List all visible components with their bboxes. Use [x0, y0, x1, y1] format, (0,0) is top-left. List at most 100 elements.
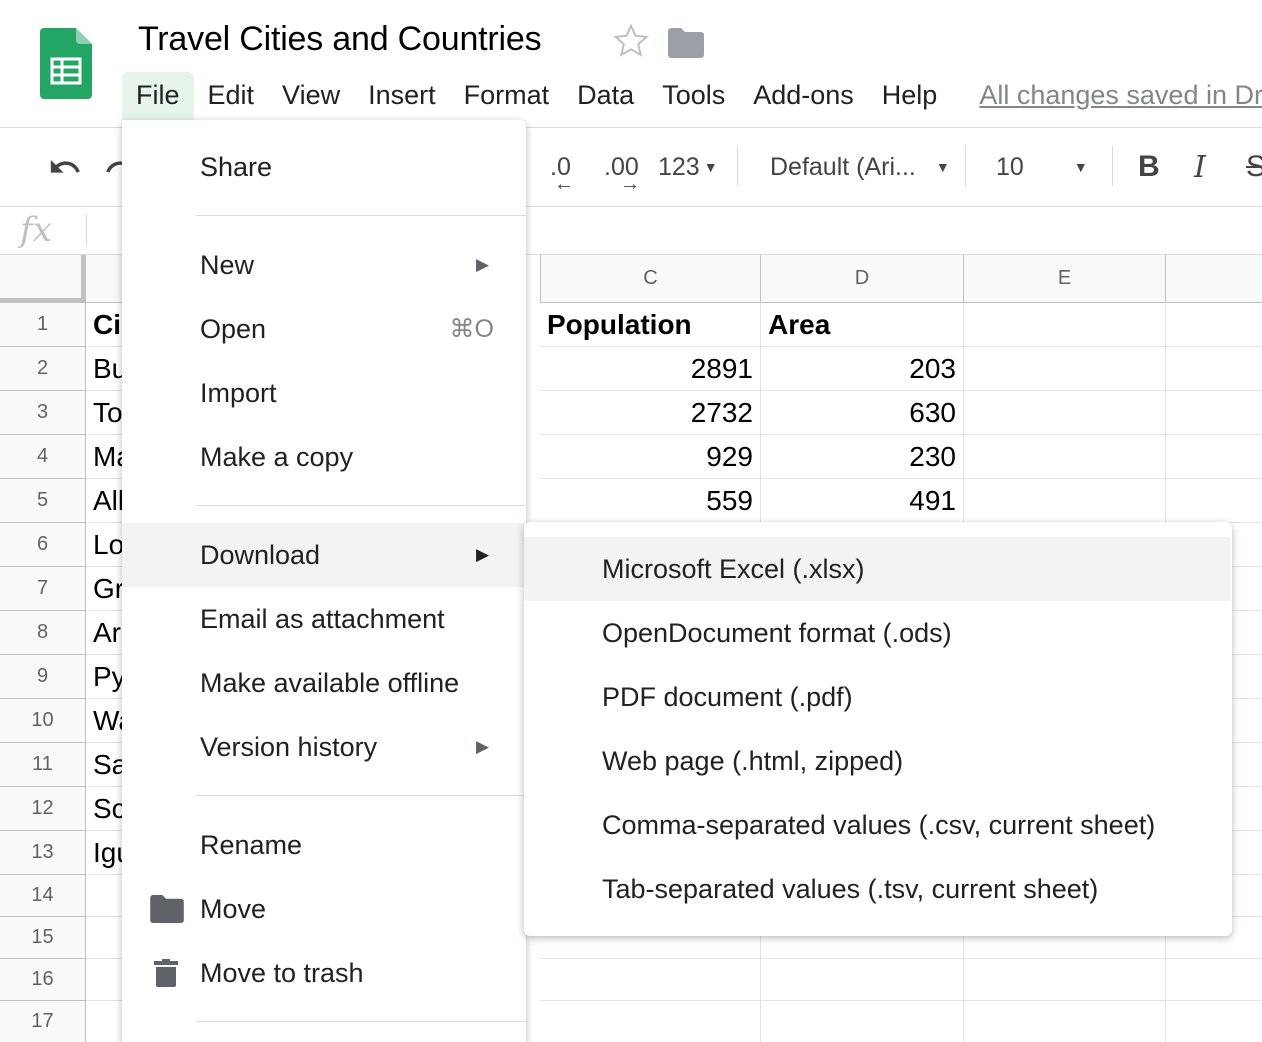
- row-header[interactable]: 16: [0, 959, 86, 1001]
- menu-data[interactable]: Data: [563, 72, 648, 119]
- cell-c16[interactable]: [540, 959, 761, 1001]
- cell-e17[interactable]: [964, 1001, 1166, 1042]
- menu-item-label: Make a copy: [200, 441, 354, 472]
- menu-item-import[interactable]: Import: [122, 361, 526, 425]
- column-header-c[interactable]: C: [540, 255, 761, 303]
- cell-f16[interactable]: [1166, 959, 1262, 1001]
- bold-button[interactable]: B: [1138, 128, 1160, 206]
- italic-button[interactable]: I: [1194, 128, 1206, 206]
- menu-insert[interactable]: Insert: [354, 72, 450, 119]
- cell-c17[interactable]: [540, 1001, 761, 1042]
- download-pdf[interactable]: PDF document (.pdf): [524, 665, 1230, 729]
- cell-d16[interactable]: [761, 959, 964, 1001]
- row-header[interactable]: 10: [0, 699, 86, 743]
- download-csv[interactable]: Comma-separated values (.csv, current sh…: [524, 793, 1230, 857]
- menu-item-move[interactable]: Move: [122, 877, 526, 941]
- menu-file[interactable]: File: [122, 71, 194, 125]
- row-header[interactable]: 4: [0, 435, 86, 479]
- row-header[interactable]: 15: [0, 917, 86, 959]
- cell-f1[interactable]: [1166, 303, 1262, 347]
- cell-e2[interactable]: [964, 347, 1166, 391]
- menu-item-share[interactable]: Share: [122, 135, 526, 199]
- row-header[interactable]: 7: [0, 567, 86, 611]
- strikethrough-icon[interactable]: S: [1246, 128, 1262, 206]
- folder-icon[interactable]: [668, 28, 704, 58]
- menu-view[interactable]: View: [268, 72, 354, 119]
- menu-item-open[interactable]: Open ⌘O: [122, 297, 526, 361]
- arrow-left-icon: ←: [554, 172, 574, 195]
- column-header-d[interactable]: D: [761, 255, 964, 303]
- row-header[interactable]: 13: [0, 831, 86, 875]
- undo-icon[interactable]: [48, 128, 82, 206]
- menu-item-new[interactable]: New ▶: [122, 233, 526, 297]
- arrow-right-icon: →: [620, 172, 640, 195]
- increase-decimal-button[interactable]: .00 →: [604, 128, 640, 206]
- row-header[interactable]: 9: [0, 655, 86, 699]
- cell-c5[interactable]: 559: [540, 479, 761, 523]
- row-header[interactable]: 2: [0, 347, 86, 391]
- row-header[interactable]: 6: [0, 523, 86, 567]
- cell-d5[interactable]: 491: [761, 479, 964, 523]
- cell-d17[interactable]: [761, 1001, 964, 1042]
- menu-tools[interactable]: Tools: [648, 72, 739, 119]
- cell-d2[interactable]: 203: [761, 347, 964, 391]
- cell-c1[interactable]: Population: [540, 303, 761, 347]
- font-family-value: Default (Ari...: [770, 152, 916, 181]
- more-formats-label: 123: [658, 152, 700, 181]
- row-header[interactable]: 5: [0, 479, 86, 523]
- document-title[interactable]: Travel Cities and Countries: [138, 20, 542, 59]
- cell-e4[interactable]: [964, 435, 1166, 479]
- cell-e5[interactable]: [964, 479, 1166, 523]
- row-header[interactable]: 14: [0, 875, 86, 917]
- cell-e1[interactable]: [964, 303, 1166, 347]
- menu-item-rename[interactable]: Rename: [122, 813, 526, 877]
- menu-format[interactable]: Format: [450, 72, 564, 119]
- column-header-f[interactable]: [1166, 255, 1262, 303]
- menu-item-make-offline[interactable]: Make available offline: [122, 651, 526, 715]
- row-header[interactable]: 1: [0, 303, 86, 347]
- cell-d3[interactable]: 630: [761, 391, 964, 435]
- row-header[interactable]: 12: [0, 787, 86, 831]
- select-all-corner[interactable]: [0, 255, 86, 303]
- cell-f3[interactable]: [1166, 391, 1262, 435]
- download-html[interactable]: Web page (.html, zipped): [524, 729, 1230, 793]
- menu-item-label: Make available offline: [200, 667, 460, 698]
- sheets-logo-icon[interactable]: [40, 28, 92, 99]
- download-tsv[interactable]: Tab-separated values (.tsv, current shee…: [524, 857, 1230, 921]
- star-icon[interactable]: [612, 22, 650, 60]
- download-xlsx[interactable]: Microsoft Excel (.xlsx): [524, 537, 1230, 601]
- row-header[interactable]: 3: [0, 391, 86, 435]
- toolbar-separator: [965, 146, 966, 186]
- menu-item-email-attachment[interactable]: Email as attachment: [122, 587, 526, 651]
- menu-item-label: Version history: [200, 731, 378, 762]
- menu-help[interactable]: Help: [868, 72, 952, 119]
- row-header[interactable]: 8: [0, 611, 86, 655]
- save-status-link[interactable]: All changes saved in Drive: [979, 80, 1262, 111]
- more-formats-button[interactable]: 123 ▼: [658, 128, 718, 206]
- row-header[interactable]: 17: [0, 1001, 86, 1042]
- cell-f5[interactable]: [1166, 479, 1262, 523]
- cell-c2[interactable]: 2891: [540, 347, 761, 391]
- menu-item-move-to-trash[interactable]: Move to trash: [122, 941, 526, 1005]
- menu-item-make-copy[interactable]: Make a copy: [122, 425, 526, 489]
- decrease-decimal-button[interactable]: .0 ←: [550, 128, 574, 206]
- cell-d4[interactable]: 230: [761, 435, 964, 479]
- menu-divider: [196, 795, 526, 796]
- column-header-e[interactable]: E: [964, 255, 1166, 303]
- cell-f2[interactable]: [1166, 347, 1262, 391]
- font-size-select[interactable]: 10 ▼: [996, 128, 1088, 206]
- row-header[interactable]: 11: [0, 743, 86, 787]
- cell-c4[interactable]: 929: [540, 435, 761, 479]
- download-ods[interactable]: OpenDocument format (.ods): [524, 601, 1230, 665]
- menu-edit[interactable]: Edit: [194, 72, 269, 119]
- menu-addons[interactable]: Add-ons: [739, 72, 868, 119]
- cell-f4[interactable]: [1166, 435, 1262, 479]
- cell-e16[interactable]: [964, 959, 1166, 1001]
- font-family-select[interactable]: Default (Ari... ▼: [770, 128, 950, 206]
- cell-e3[interactable]: [964, 391, 1166, 435]
- menu-item-version-history[interactable]: Version history ▶: [122, 715, 526, 779]
- cell-f17[interactable]: [1166, 1001, 1262, 1042]
- menu-item-download[interactable]: Download ▶: [122, 523, 526, 587]
- cell-c3[interactable]: 2732: [540, 391, 761, 435]
- cell-d1[interactable]: Area: [761, 303, 964, 347]
